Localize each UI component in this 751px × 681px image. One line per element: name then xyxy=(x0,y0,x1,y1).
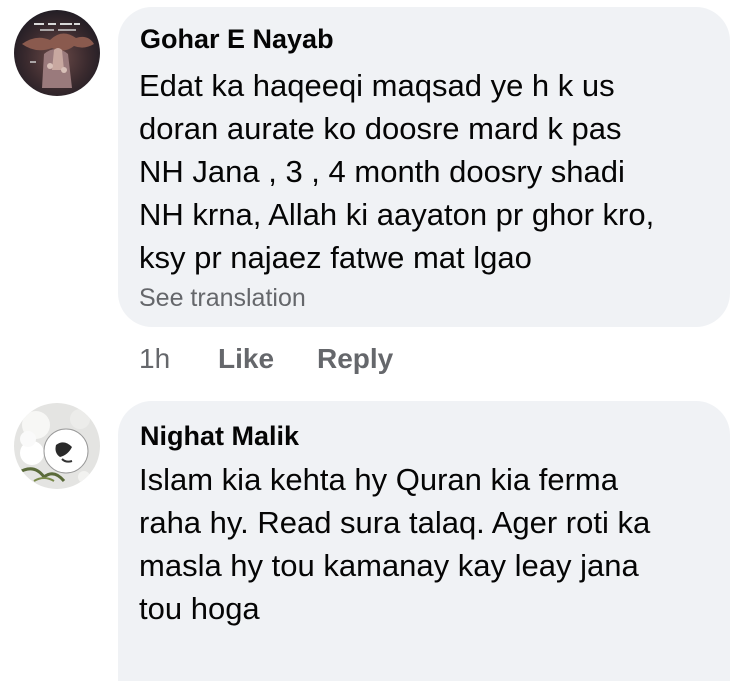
comment-author[interactable]: Gohar E Nayab xyxy=(140,24,334,55)
comment-item: Gohar E Nayab Edat ka haqeeqi maqsad ye … xyxy=(0,0,751,390)
comment-text-line: Islam kia kehta hy Quran kia ferma xyxy=(139,462,618,497)
comment-text-line: masla hy tou kamanay kay leay jana xyxy=(139,548,639,583)
comment-text: Islam kia kehta hy Quran kia ferma raha … xyxy=(139,458,650,630)
avatar[interactable] xyxy=(14,10,100,96)
comment-text-line: doran aurate ko doosre mard k pas xyxy=(139,111,622,146)
comment-author[interactable]: Nighat Malik xyxy=(140,421,299,452)
comment-text-line: NH Jana , 3 , 4 month doosry shadi xyxy=(139,154,625,189)
profile-photo-flowers-icon xyxy=(14,403,100,489)
comment-text-line: ksy pr najaez fatwe mat lgao xyxy=(139,240,532,275)
like-button[interactable]: Like xyxy=(218,343,274,375)
comment-text-line: raha hy. Read sura talaq. Ager roti ka xyxy=(139,505,651,540)
avatar[interactable] xyxy=(14,403,100,489)
see-translation-link[interactable]: See translation xyxy=(139,284,306,313)
reply-button[interactable]: Reply xyxy=(317,343,393,375)
comment-actions: 1h Like Reply xyxy=(139,343,539,379)
profile-photo-dark-icon xyxy=(14,10,100,96)
comment-text: Edat ka haqeeqi maqsad ye h k us doran a… xyxy=(139,64,654,279)
comment-item: Nighat Malik Islam kia kehta hy Quran ki… xyxy=(0,395,751,681)
comment-text-line: NH krna, Allah ki aayaton pr ghor kro, xyxy=(139,197,655,232)
comment-text-line: Edat ka haqeeqi maqsad ye h k us xyxy=(139,68,615,103)
comment-text-line: tou hoga xyxy=(139,591,260,626)
comment-timestamp[interactable]: 1h xyxy=(139,343,170,375)
